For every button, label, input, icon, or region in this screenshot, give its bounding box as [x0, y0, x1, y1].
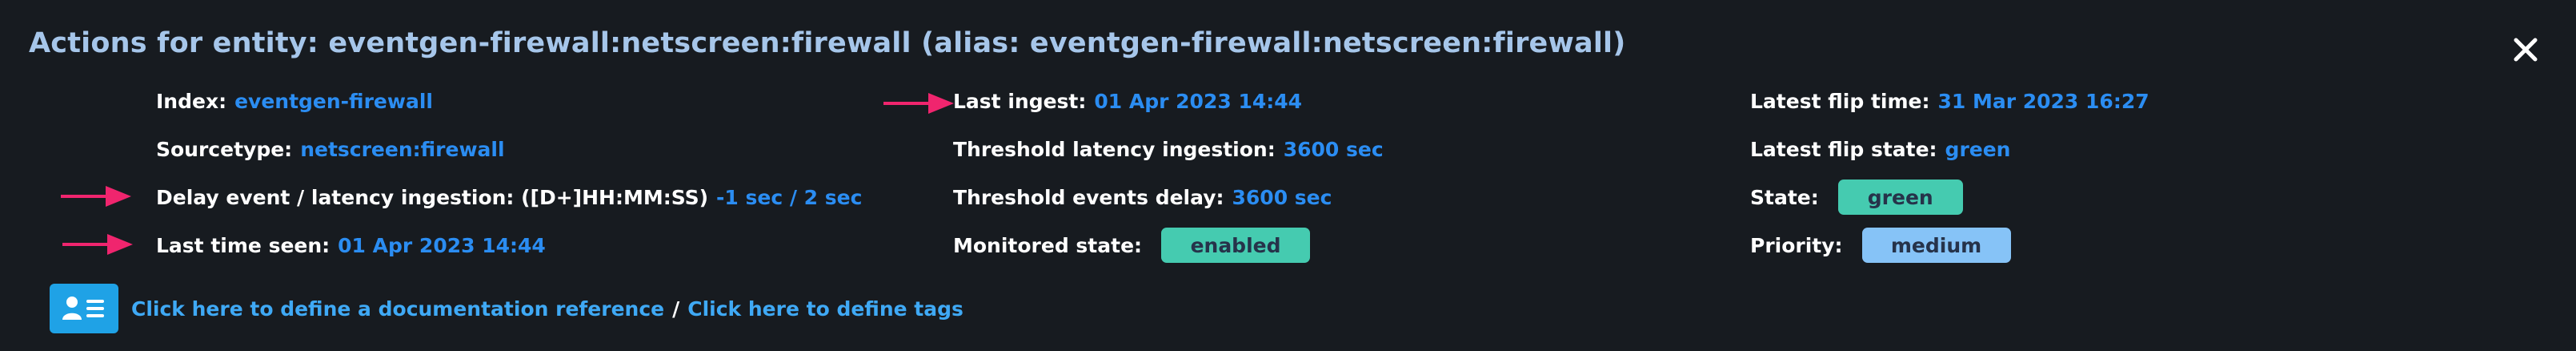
detail-label: Last ingest: [953, 89, 1087, 113]
threshold-events-delay-value: 3600 sec [1232, 185, 1332, 209]
detail-last-time-seen: Last time seen: 01 Apr 2023 14:44 [156, 228, 546, 263]
delay-event-value: -1 sec / 2 sec [716, 185, 863, 209]
detail-label: Monitored state: [953, 233, 1143, 257]
link-separator: / [672, 297, 680, 321]
id-card-icon[interactable] [50, 284, 118, 333]
detail-monitored-state: Monitored state: enabled [953, 228, 1311, 263]
threshold-latency-value: 3600 sec [1283, 137, 1384, 161]
last-time-seen-value: 01 Apr 2023 14:44 [338, 233, 546, 257]
detail-label: Threshold latency ingestion: [953, 137, 1276, 161]
detail-delay-event: Delay event / latency ingestion: ([D+]HH… [156, 180, 862, 215]
last-ingest-value: 01 Apr 2023 14:44 [1094, 89, 1303, 113]
detail-index: Index: eventgen-firewall [156, 83, 433, 119]
detail-label: Latest flip state: [1750, 137, 1937, 161]
sourcetype-value: netscreen:firewall [300, 137, 505, 161]
detail-last-ingest: Last ingest: 01 Apr 2023 14:44 [953, 83, 1302, 119]
define-documentation-link[interactable]: Click here to define a documentation ref… [131, 297, 664, 321]
arrow-right-icon [61, 186, 131, 207]
detail-label: Delay event / latency ingestion: ([D+]HH… [156, 185, 709, 209]
detail-label: Priority: [1750, 233, 1843, 257]
detail-latest-flip-time: Latest flip time: 31 Mar 2023 16:27 [1750, 83, 2149, 119]
state-badge[interactable]: green [1837, 180, 1963, 215]
arrow-right-icon [62, 234, 133, 255]
close-icon[interactable] [2511, 35, 2540, 64]
priority-badge[interactable]: medium [1861, 228, 2011, 263]
detail-threshold-latency: Threshold latency ingestion: 3600 sec [953, 131, 1384, 167]
detail-label: Index: [156, 89, 227, 113]
latest-flip-time-value: 31 Mar 2023 16:27 [1937, 89, 2149, 113]
index-value: eventgen-firewall [234, 89, 433, 113]
latest-flip-state-value: green [1945, 137, 2011, 161]
detail-threshold-events-delay: Threshold events delay: 3600 sec [953, 180, 1332, 215]
detail-priority: Priority: medium [1750, 228, 2011, 263]
arrow-right-icon [883, 93, 954, 114]
detail-label: Last time seen: [156, 233, 331, 257]
detail-latest-flip-state: Latest flip state: green [1750, 131, 2010, 167]
detail-label: State: [1750, 185, 1819, 209]
detail-label: Sourcetype: [156, 137, 293, 161]
detail-state: State: green [1750, 180, 1963, 215]
detail-label: Latest flip time: [1750, 89, 1930, 113]
monitored-state-badge[interactable]: enabled [1161, 228, 1311, 263]
documentation-links: Click here to define a documentation ref… [50, 284, 963, 333]
panel-title: Actions for entity: eventgen-firewall:ne… [29, 27, 1626, 59]
detail-sourcetype: Sourcetype: netscreen:firewall [156, 131, 505, 167]
entity-actions-panel: Actions for entity: eventgen-firewall:ne… [0, 0, 2576, 351]
define-tags-link[interactable]: Click here to define tags [687, 297, 963, 321]
detail-label: Threshold events delay: [953, 185, 1224, 209]
